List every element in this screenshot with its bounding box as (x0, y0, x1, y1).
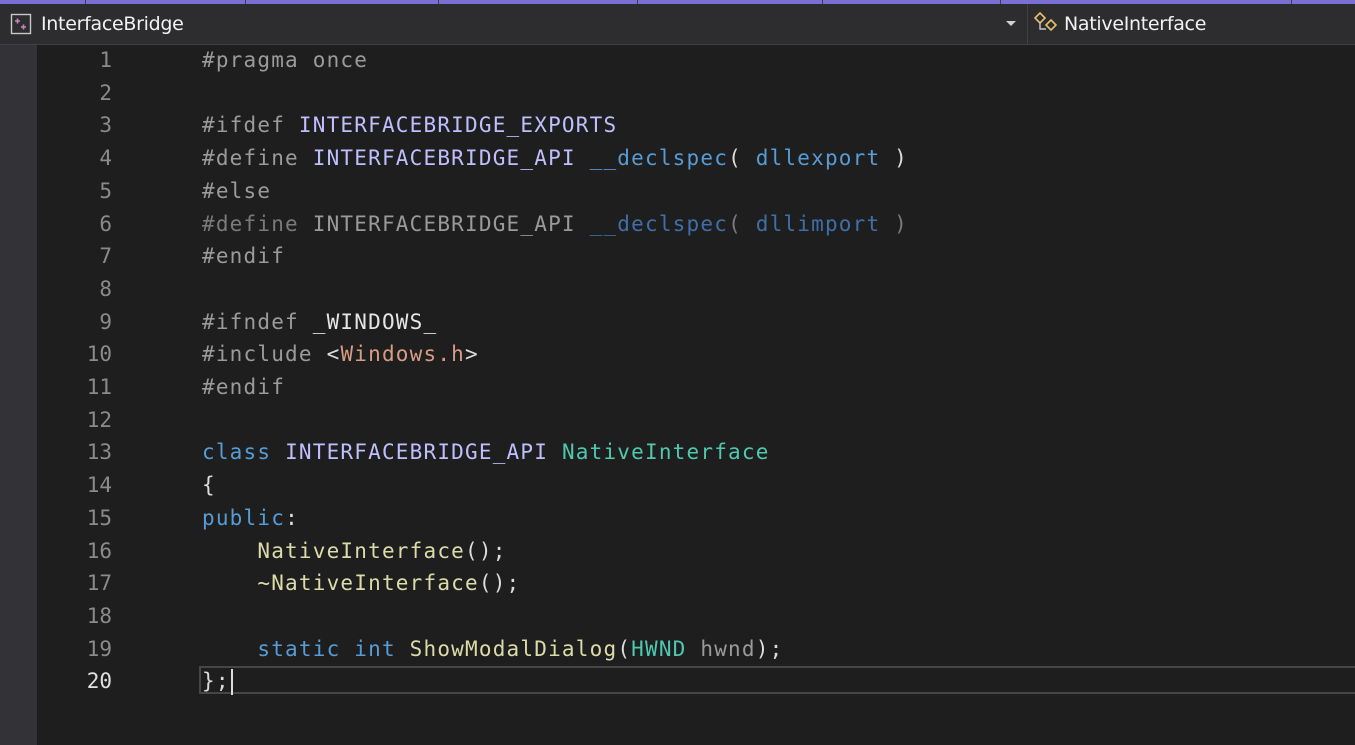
code-line: static int ShowModalDialog(HWND hwnd); (202, 637, 783, 669)
code-token: static (257, 636, 341, 661)
code-token: #ifdef (202, 113, 299, 138)
code-token: ) (880, 146, 909, 171)
code-token: < (326, 342, 341, 367)
code-token: #define (202, 211, 313, 236)
code-token: ShowModalDialog (409, 636, 618, 661)
code-token: int (354, 636, 396, 661)
chevron-down-icon[interactable] (1003, 16, 1019, 32)
text-caret (231, 669, 233, 695)
code-token: #endif (202, 375, 286, 399)
code-token: NativeInterface (257, 538, 466, 563)
code-token: (); (465, 538, 507, 563)
class-dropdown[interactable]: NativeInterface (1028, 4, 1355, 44)
code-token: hwnd (700, 636, 756, 661)
code-token: _WINDOWS_ (312, 309, 438, 334)
code-token: }; (202, 669, 230, 694)
code-editor[interactable]: 1 2 3 4 5 6 7 8 9 10 11 12 13 14 15 16 17 18 19 20 #pragma … (0, 45, 1355, 745)
code-line: #ifndef _WINDOWS_ (202, 310, 437, 342)
code-token: __declspec (589, 146, 729, 171)
code-token: dllexport (755, 146, 881, 171)
code-token: __declspec (589, 211, 729, 236)
code-line: #define INTERFACEBRIDGE_API __declspec( … (202, 212, 908, 244)
code-token: #pragma once (202, 48, 369, 72)
code-editor-window: InterfaceBridge NativeInterface 12345678… (0, 0, 1355, 745)
code-line: ~NativeInterface(); (202, 571, 520, 603)
code-token: INTERFACEBRIDGE_API (312, 211, 576, 236)
code-token: public (202, 505, 286, 530)
navigation-bar: InterfaceBridge NativeInterface (0, 4, 1355, 45)
code-token: #include (202, 342, 327, 367)
code-line: #endif (202, 244, 285, 276)
code-token: dllimport (755, 211, 881, 236)
code-token: Windows.h (340, 342, 466, 367)
code-line: { (202, 473, 216, 505)
code-token: #define (202, 146, 313, 171)
code-line: }; (202, 669, 230, 701)
code-token: NativeInterface (561, 440, 770, 465)
code-line: #endif (202, 375, 285, 407)
code-line: public: (202, 506, 299, 538)
class-icon (1032, 10, 1060, 38)
code-line: #define INTERFACEBRIDGE_API __declspec( … (202, 146, 908, 178)
project-dropdown[interactable]: InterfaceBridge (0, 4, 1027, 44)
code-token: #endif (202, 244, 286, 269)
code-token: INTERFACEBRIDGE_API (285, 440, 549, 465)
code-token: ( (728, 211, 756, 236)
code-token: > (465, 342, 479, 367)
code-token: ); (755, 636, 784, 661)
code-token: INTERFACEBRIDGE_API (312, 146, 576, 171)
code-line: #ifdef INTERFACEBRIDGE_EXPORTS (202, 113, 617, 145)
code-token: #ifndef (202, 309, 313, 334)
code-token: ( (728, 146, 756, 171)
code-line: class INTERFACEBRIDGE_API NativeInterfac… (202, 440, 770, 472)
code-token: INTERFACEBRIDGE_EXPORTS (298, 113, 618, 138)
code-line: #pragma once (202, 48, 368, 80)
code-token: ( (617, 636, 632, 661)
code-token: (); (478, 571, 521, 596)
code-token: #else (202, 178, 272, 203)
class-label: NativeInterface (1064, 13, 1207, 35)
project-label: InterfaceBridge (41, 13, 184, 35)
code-token: ) (880, 211, 909, 236)
code-token: HWND (631, 636, 687, 661)
code-token: { (202, 473, 216, 498)
cpp-project-icon (10, 13, 32, 35)
code-line: NativeInterface(); (202, 539, 507, 571)
code-line: #else (202, 179, 271, 211)
code-text-area[interactable]: #pragma once #ifdef INTERFACEBRIDGE_EXPOR… (0, 45, 1355, 745)
code-token: ~NativeInterface (257, 571, 479, 596)
code-line: #include <Windows.h> (202, 342, 479, 374)
code-token: class (202, 440, 272, 465)
code-token: : (285, 505, 299, 530)
